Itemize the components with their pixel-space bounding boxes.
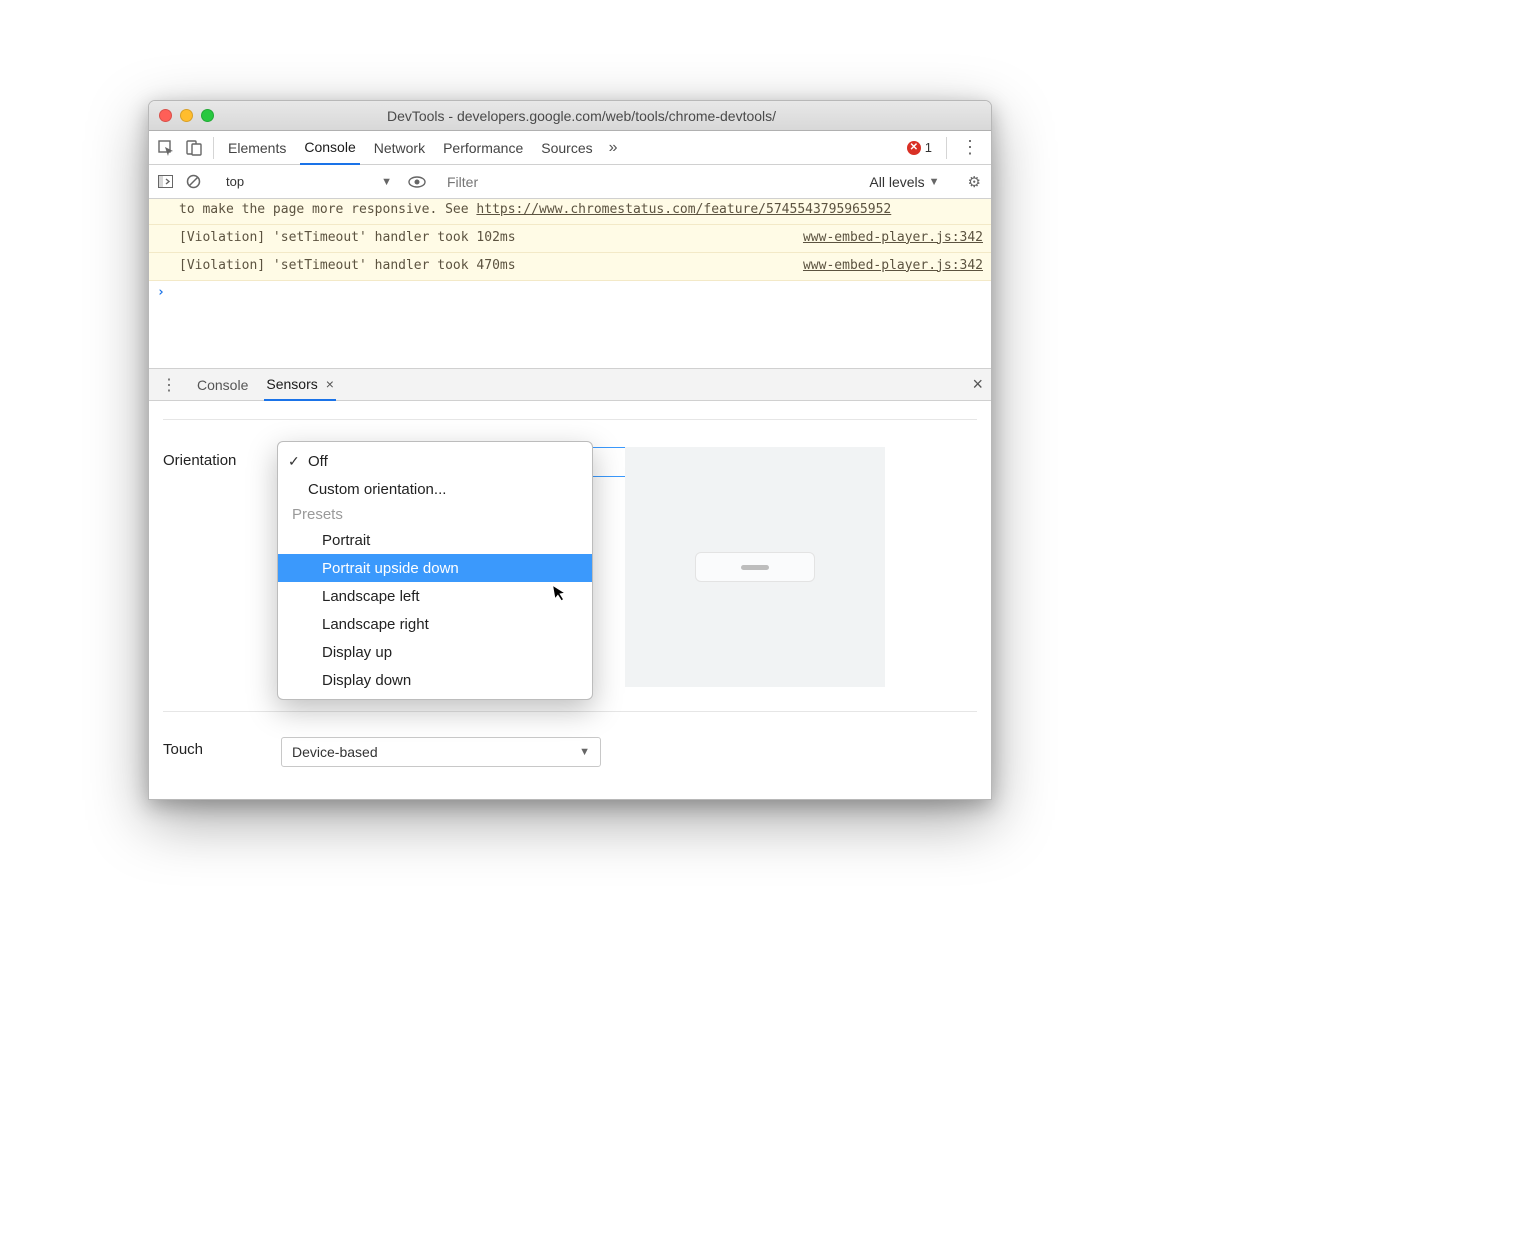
log-message: [Violation] 'setTimeout' handler took 47… bbox=[179, 257, 791, 276]
touch-select[interactable]: Device-based ▼ bbox=[281, 737, 601, 767]
main-tabbar: Elements Console Network Performance Sou… bbox=[149, 131, 991, 165]
drawer-menu-kebab-icon[interactable]: ⋮ bbox=[157, 375, 181, 395]
device-speaker bbox=[741, 565, 769, 570]
window-title: DevTools - developers.google.com/web/too… bbox=[182, 108, 981, 124]
separator bbox=[946, 137, 947, 159]
log-levels-selector[interactable]: All levels ▼ bbox=[869, 174, 939, 190]
more-tabs-chevron-icon[interactable]: » bbox=[607, 139, 620, 157]
close-window-button[interactable] bbox=[159, 109, 172, 122]
log-row: [Violation] 'setTimeout' handler took 10… bbox=[149, 225, 991, 253]
drawer-close-icon[interactable]: × bbox=[972, 374, 983, 395]
touch-value: Device-based bbox=[292, 744, 378, 760]
console-settings-gear-icon[interactable]: ⚙ bbox=[968, 173, 985, 191]
drawer-tab-console[interactable]: Console bbox=[195, 369, 250, 401]
device-toggle-icon[interactable] bbox=[185, 139, 203, 157]
tab-elements[interactable]: Elements bbox=[224, 131, 290, 165]
menu-item-portrait[interactable]: Portrait bbox=[278, 526, 592, 554]
log-link[interactable]: https://www.chromestatus.com/feature/574… bbox=[476, 202, 891, 217]
log-row: [Violation] 'setTimeout' handler took 47… bbox=[149, 253, 991, 281]
menu-item-display-up[interactable]: Display up bbox=[278, 638, 592, 666]
menu-item-display-down[interactable]: Display down bbox=[278, 666, 592, 694]
menu-item-landscape-right[interactable]: Landscape right bbox=[278, 610, 592, 638]
menu-item-off[interactable]: Off bbox=[278, 447, 592, 475]
console-toolbar: top ▼ All levels ▼ ⚙ bbox=[149, 165, 991, 199]
console-prompt[interactable]: › bbox=[149, 281, 991, 304]
inspect-icon[interactable] bbox=[157, 139, 175, 157]
drawer-tab-label: Sensors bbox=[266, 376, 317, 392]
log-source-link[interactable]: www-embed-player.js:342 bbox=[791, 229, 983, 248]
error-count: 1 bbox=[925, 140, 932, 155]
chevron-down-icon: ▼ bbox=[381, 176, 392, 188]
touch-label: Touch bbox=[163, 737, 259, 758]
divider bbox=[163, 711, 977, 712]
menu-item-custom[interactable]: Custom orientation... bbox=[278, 475, 592, 503]
levels-label: All levels bbox=[869, 174, 924, 190]
touch-field: Touch Device-based ▼ bbox=[163, 737, 601, 767]
close-tab-icon[interactable]: × bbox=[326, 376, 334, 392]
orientation-dropdown-menu: Off Custom orientation... Presets Portra… bbox=[277, 441, 593, 700]
menu-item-portrait-upside-down[interactable]: Portrait upside down bbox=[278, 554, 592, 582]
log-fragment: to make the page more responsive. See bbox=[179, 202, 476, 217]
device-mock bbox=[695, 552, 815, 582]
filter-input[interactable] bbox=[443, 172, 603, 192]
error-icon: ✕ bbox=[907, 141, 921, 155]
sensors-panel: Orientation Off Custom orientation... Pr… bbox=[149, 401, 991, 800]
chevron-down-icon: ▼ bbox=[579, 746, 590, 758]
log-row: to make the page more responsive. See ht… bbox=[149, 199, 991, 225]
orientation-label: Orientation bbox=[163, 448, 259, 469]
console-log-area: to make the page more responsive. See ht… bbox=[149, 199, 991, 369]
live-expression-icon[interactable] bbox=[407, 176, 427, 188]
log-source-link[interactable]: www-embed-player.js:342 bbox=[791, 257, 983, 276]
clear-console-icon[interactable] bbox=[183, 174, 203, 189]
orientation-preview bbox=[625, 447, 885, 687]
tab-performance[interactable]: Performance bbox=[439, 131, 527, 165]
divider bbox=[163, 419, 977, 420]
context-value: top bbox=[226, 174, 244, 189]
drawer-tabbar: ⋮ Console Sensors × × bbox=[149, 369, 991, 401]
menu-item-landscape-left[interactable]: Landscape left bbox=[278, 582, 592, 610]
separator bbox=[213, 137, 214, 159]
menu-header-presets: Presets bbox=[278, 503, 592, 526]
tab-network[interactable]: Network bbox=[370, 131, 429, 165]
tab-sources[interactable]: Sources bbox=[537, 131, 596, 165]
devtools-window: DevTools - developers.google.com/web/too… bbox=[148, 100, 992, 800]
console-sidebar-toggle-icon[interactable] bbox=[155, 175, 175, 188]
error-count-badge[interactable]: ✕ 1 bbox=[903, 140, 936, 155]
main-menu-kebab-icon[interactable]: ⋮ bbox=[957, 137, 983, 158]
drawer-tab-sensors[interactable]: Sensors × bbox=[264, 369, 336, 401]
context-selector[interactable]: top ▼ bbox=[219, 171, 399, 192]
log-message: [Violation] 'setTimeout' handler took 10… bbox=[179, 229, 791, 248]
chevron-down-icon: ▼ bbox=[929, 176, 940, 188]
tab-console[interactable]: Console bbox=[300, 131, 359, 165]
window-titlebar: DevTools - developers.google.com/web/too… bbox=[149, 101, 991, 131]
